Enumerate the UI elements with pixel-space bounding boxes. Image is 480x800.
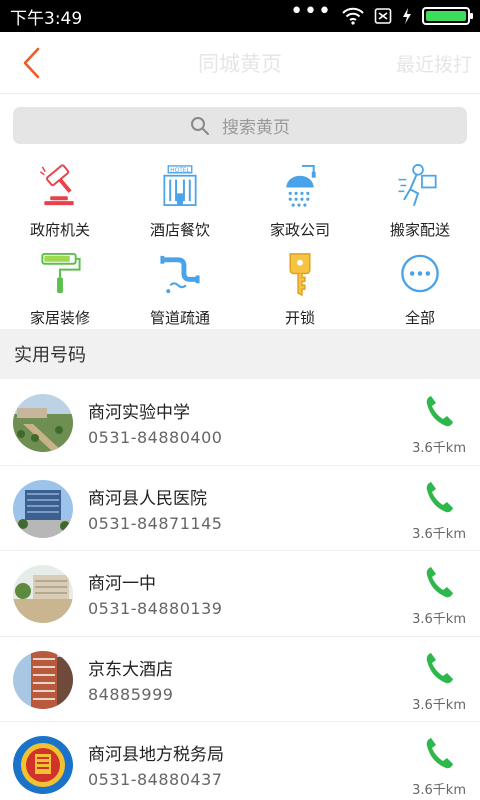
mover-icon xyxy=(398,164,437,207)
paint-roller-icon xyxy=(41,252,81,294)
category-label: 政府机关 xyxy=(29,221,90,239)
category-label: 开锁 xyxy=(284,309,315,327)
hotel-sign-text: HOTEL xyxy=(170,168,190,174)
search-icon xyxy=(191,116,209,135)
list-item[interactable]: 京东大酒店 84885999 3.6千km xyxy=(0,637,480,722)
category-government[interactable]: 政府机关 xyxy=(0,158,120,240)
status-icons: ••• xyxy=(290,0,473,25)
distance-label: 3.6千km xyxy=(412,783,466,798)
category-label: 家政公司 xyxy=(269,221,330,239)
key-icon xyxy=(289,253,311,297)
top-nav-bar: 同城黄页 最近拨打 xyxy=(0,32,480,94)
more-icon xyxy=(401,254,439,293)
contact-name: 京东大酒店 xyxy=(88,659,173,680)
page-title: 同城黄页 xyxy=(198,51,282,76)
contact-name: 商河县人民医院 xyxy=(88,488,207,509)
back-arrow-icon[interactable] xyxy=(18,46,48,80)
phone-call-icon[interactable] xyxy=(424,651,454,685)
contact-phone: 0531-84880437 xyxy=(88,770,223,789)
section-header: 实用号码 xyxy=(0,329,480,379)
hospital-photo-avatar xyxy=(13,479,73,538)
list-item[interactable]: 商河县人民医院 0531-84871145 3.6千km xyxy=(0,466,480,551)
gavel-icon xyxy=(39,164,74,206)
contact-phone: 84885999 xyxy=(88,684,174,704)
category-hotel[interactable]: HOTEL 酒店餐饮 xyxy=(120,158,240,240)
category-label: 酒店餐饮 xyxy=(149,221,210,239)
section-title: 实用号码 xyxy=(14,345,86,366)
category-label: 全部 xyxy=(404,309,435,327)
hotel-photo-avatar xyxy=(13,650,73,709)
battery-level xyxy=(426,11,466,21)
phone-call-icon[interactable] xyxy=(424,736,454,770)
category-pipe[interactable]: 管道疏通 xyxy=(120,246,240,328)
contact-list: 商河实验中学 0531-84880400 3.6千km 商河县人民医院 0531… xyxy=(0,380,480,800)
shower-icon xyxy=(286,164,316,207)
more-dots-icon: ••• xyxy=(290,0,332,24)
contact-name: 商河县地方税务局 xyxy=(88,745,224,765)
category-label: 管道疏通 xyxy=(149,309,210,327)
distance-label: 3.6千km xyxy=(412,697,466,713)
distance-label: 3.6千km xyxy=(412,612,466,627)
wifi-icon xyxy=(342,7,364,25)
school-building-avatar xyxy=(13,565,73,623)
category-moving[interactable]: 搬家配送 xyxy=(360,158,480,240)
contact-name: 商河一中 xyxy=(88,574,156,594)
distance-label: 3.6千km xyxy=(412,441,466,456)
list-item[interactable]: 商河县地方税务局 0531-84880437 3.6千km xyxy=(0,722,480,800)
list-item[interactable]: 商河一中 0531-84880139 3.6千km xyxy=(0,551,480,637)
category-decoration[interactable]: 家居装修 xyxy=(0,246,120,328)
contact-phone: 0531-84871145 xyxy=(88,513,223,533)
school-photo-avatar xyxy=(13,394,73,452)
category-housekeeping[interactable]: 家政公司 xyxy=(240,158,360,240)
search-bar[interactable]: 搜索黄页 xyxy=(13,107,467,144)
battery-icon xyxy=(422,7,473,25)
category-grid: 政府机关 HOTEL 酒店餐饮 家政公司 搬家配送 家居装修 管道疏通 开锁 全… xyxy=(0,158,480,328)
phone-call-icon[interactable] xyxy=(424,480,454,514)
no-sim-icon xyxy=(374,8,392,24)
contact-phone: 0531-84880139 xyxy=(88,599,223,618)
pipe-icon xyxy=(160,255,200,294)
hotel-icon: HOTEL xyxy=(163,165,197,206)
phone-call-icon[interactable] xyxy=(424,394,454,428)
contact-name: 商河实验中学 xyxy=(88,403,190,423)
search-placeholder: 搜索黄页 xyxy=(222,118,290,138)
category-all[interactable]: 全部 xyxy=(360,246,480,328)
distance-label: 3.6千km xyxy=(412,526,466,542)
phone-call-icon[interactable] xyxy=(424,565,454,599)
charging-icon xyxy=(403,8,411,24)
category-label: 搬家配送 xyxy=(389,221,450,239)
tax-bureau-emblem-avatar xyxy=(13,736,73,794)
status-bar: 下午3:49 ••• xyxy=(0,0,480,32)
recent-calls-button[interactable]: 最近拨打 xyxy=(396,50,472,77)
contact-phone: 0531-84880400 xyxy=(88,428,223,447)
list-item[interactable]: 商河实验中学 0531-84880400 3.6千km xyxy=(0,380,480,466)
category-unlock[interactable]: 开锁 xyxy=(240,246,360,328)
status-time: 下午3:49 xyxy=(10,8,83,29)
category-label: 家居装修 xyxy=(29,309,90,327)
